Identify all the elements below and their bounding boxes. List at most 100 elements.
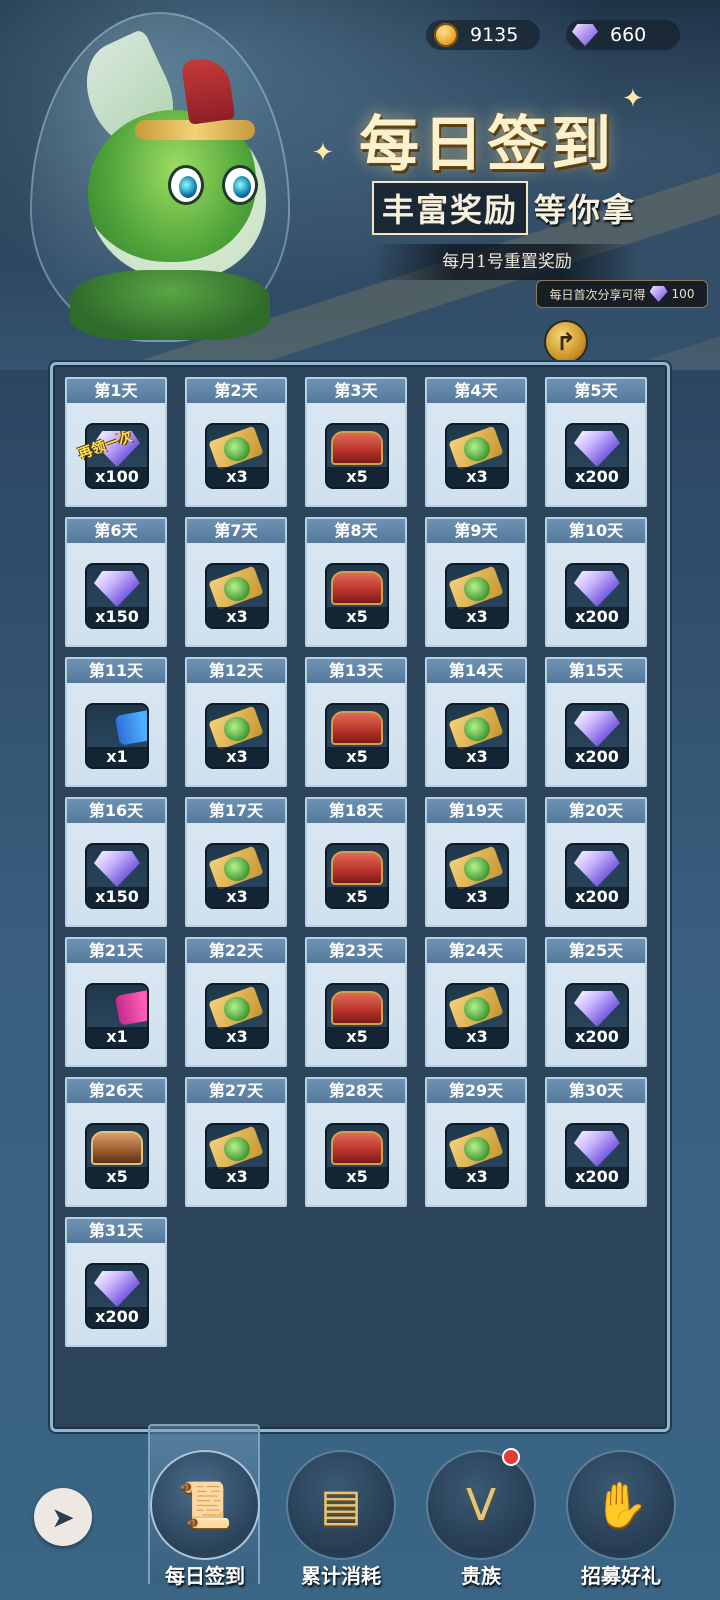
day-card[interactable]: 第25天 x200 [545, 937, 647, 1067]
reward-item[interactable]: x200 [565, 983, 629, 1049]
reward-item[interactable]: x3 [205, 843, 269, 909]
reward-item[interactable]: x200 [85, 1263, 149, 1329]
day-card[interactable]: 第30天 x200 [545, 1077, 647, 1207]
reward-quantity: x1 [87, 1027, 147, 1047]
reward-item[interactable]: x5 [325, 703, 389, 769]
day-label: 第25天 [547, 939, 645, 963]
ticket-icon [452, 571, 502, 605]
reward-item[interactable]: x5 [85, 1123, 149, 1189]
reward-item[interactable]: x3 [445, 983, 509, 1049]
share-button[interactable]: ↱ [544, 320, 588, 364]
ticket-icon [212, 431, 262, 465]
reward-quantity: x200 [87, 1307, 147, 1327]
gem-balance: 660 [566, 20, 680, 50]
day-card[interactable]: 第14天 x3 [425, 657, 527, 787]
day-label: 第29天 [427, 1079, 525, 1103]
day-card[interactable]: 第2天 x3 [185, 377, 287, 507]
day-card[interactable]: 第12天 x3 [185, 657, 287, 787]
reward-item[interactable]: x3 [445, 843, 509, 909]
back-button[interactable]: ➤ [34, 1488, 92, 1546]
day-card[interactable]: 第9天 x3 [425, 517, 527, 647]
day-card[interactable]: 第24天 x3 [425, 937, 527, 1067]
day-card[interactable]: 第3天 x5 [305, 377, 407, 507]
day-card[interactable]: 第7天 x3 [185, 517, 287, 647]
reward-item[interactable]: x150 [85, 843, 149, 909]
day-label: 第14天 [427, 659, 525, 683]
day-label: 第30天 [547, 1079, 645, 1103]
bottom-nav: ➤ 📜 每日签到 ▤ 累计消耗 V 贵族 ✋ 招募好礼 [0, 1424, 720, 1600]
reward-item[interactable]: x3 [445, 563, 509, 629]
reward-item[interactable]: x3 [205, 563, 269, 629]
reward-item[interactable]: x3 [205, 1123, 269, 1189]
day-label: 第16天 [67, 799, 165, 823]
tab-cumulative-spend[interactable]: ▤ 累计消耗 [282, 1450, 400, 1590]
reward-item[interactable]: x3 [205, 983, 269, 1049]
reward-item[interactable]: x3 [445, 1123, 509, 1189]
day-card[interactable]: 第6天 x150 [65, 517, 167, 647]
day-card[interactable]: 第22天 x3 [185, 937, 287, 1067]
reward-item[interactable]: x3 [205, 703, 269, 769]
reward-quantity: x3 [207, 467, 267, 487]
day-card[interactable]: 第27天 x3 [185, 1077, 287, 1207]
day-card[interactable]: 第18天 x5 [305, 797, 407, 927]
reward-quantity: x200 [567, 1027, 627, 1047]
day-card[interactable]: 第17天 x3 [185, 797, 287, 927]
day-card[interactable]: 第10天 x200 [545, 517, 647, 647]
day-card[interactable]: 第15天 x200 [545, 657, 647, 787]
tab-daily-signin[interactable]: 📜 每日签到 [146, 1450, 264, 1590]
day-card[interactable]: 第29天 x3 [425, 1077, 527, 1207]
reward-item[interactable]: x3 [445, 703, 509, 769]
day-card[interactable]: 第11天 x1 [65, 657, 167, 787]
share-arrow-icon: ↱ [555, 328, 577, 356]
reward-item[interactable]: x3 [445, 423, 509, 489]
diamond-icon [574, 711, 620, 747]
day-card[interactable]: 第13天 x5 [305, 657, 407, 787]
day-label: 第17天 [187, 799, 285, 823]
day-label: 第19天 [427, 799, 525, 823]
day-card[interactable]: 第23天 x5 [305, 937, 407, 1067]
reward-item[interactable]: x5 [325, 563, 389, 629]
day-card[interactable]: 第19天 x3 [425, 797, 527, 927]
reward-quantity: x3 [207, 607, 267, 627]
day-card[interactable]: 第4天 x3 [425, 377, 527, 507]
diamond-icon [94, 571, 140, 607]
day-card[interactable]: 第26天 x5 [65, 1077, 167, 1207]
reward-item[interactable]: x1 [85, 703, 149, 769]
reward-quantity: x200 [567, 747, 627, 767]
day-label: 第5天 [547, 379, 645, 403]
diamond-icon [574, 571, 620, 607]
reward-quantity: x5 [327, 887, 387, 907]
day-label: 第23天 [307, 939, 405, 963]
reward-item[interactable]: x5 [325, 1123, 389, 1189]
reward-item[interactable]: x200 [565, 423, 629, 489]
reward-item[interactable]: x200 [565, 1123, 629, 1189]
day-label: 第24天 [427, 939, 525, 963]
day-card[interactable]: 第31天 x200 [65, 1217, 167, 1347]
reward-item[interactable]: x5 [325, 983, 389, 1049]
reward-item[interactable]: x5 [325, 843, 389, 909]
reward-item[interactable]: x200 [565, 843, 629, 909]
tab-recruit-gift[interactable]: ✋ 招募好礼 [562, 1450, 680, 1590]
mascot-pot [70, 270, 270, 340]
reward-item[interactable]: x200 [565, 703, 629, 769]
reward-item[interactable]: x5 [325, 423, 389, 489]
share-tip-text: 每日首次分享可得 [549, 287, 646, 302]
day-card[interactable]: 第8天 x5 [305, 517, 407, 647]
day-card[interactable]: 第28天 x5 [305, 1077, 407, 1207]
tab-vip[interactable]: V 贵族 [422, 1448, 540, 1590]
reward-item[interactable]: x1 [85, 983, 149, 1049]
diamond-icon [94, 851, 140, 887]
reward-item[interactable]: x200 [565, 563, 629, 629]
day-card[interactable]: 第1天 x100 再领一次 [65, 377, 167, 507]
reward-quantity: x3 [447, 747, 507, 767]
reward-quantity: x3 [207, 747, 267, 767]
day-card[interactable]: 第21天 x1 [65, 937, 167, 1067]
day-card[interactable]: 第5天 x200 [545, 377, 647, 507]
ticket-icon [452, 991, 502, 1025]
chest-red-icon [331, 711, 383, 745]
day-card[interactable]: 第16天 x150 [65, 797, 167, 927]
reward-item[interactable]: x3 [205, 423, 269, 489]
ticket-icon [212, 571, 262, 605]
reward-item[interactable]: x150 [85, 563, 149, 629]
day-card[interactable]: 第20天 x200 [545, 797, 647, 927]
